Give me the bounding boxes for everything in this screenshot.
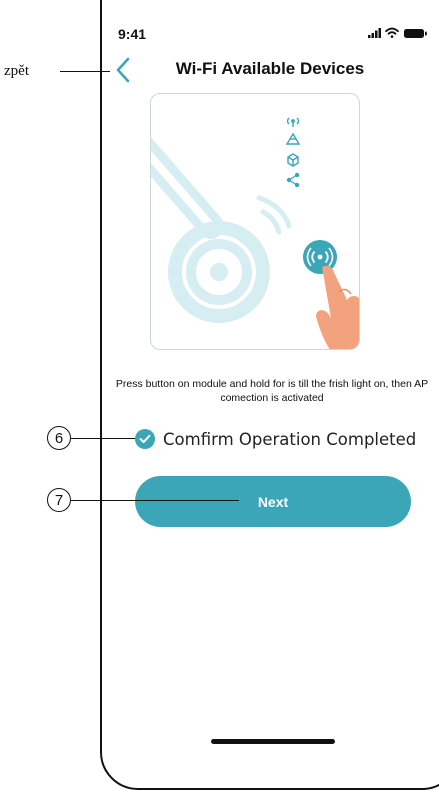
chevron-left-icon [116, 57, 130, 83]
device-illustration [150, 93, 360, 350]
network-icon [285, 132, 301, 145]
antenna-icon [286, 117, 300, 127]
back-callout-label: zpět [4, 63, 29, 79]
status-icons [368, 26, 430, 40]
share-icon [286, 172, 300, 188]
next-button[interactable]: Next [135, 476, 411, 527]
back-callout-line [60, 71, 110, 73]
wifi-icon [385, 27, 399, 38]
callout-6-line [71, 438, 135, 440]
callout-7-line [71, 500, 239, 502]
checkmark-icon[interactable] [135, 429, 155, 449]
cube-icon [287, 153, 299, 167]
key-icon [151, 137, 292, 323]
callout-6: 6 [47, 426, 71, 450]
instruction-text: Press button on module and hold for is t… [115, 378, 429, 404]
confirm-checkbox[interactable]: Comfirm Operation Completed [135, 428, 416, 450]
signal-icon [368, 28, 381, 38]
status-time: 9:41 [118, 26, 147, 42]
page-title: Wi-Fi Available Devices [175, 59, 365, 78]
home-indicator [211, 739, 335, 744]
back-button[interactable] [110, 55, 138, 85]
callout-7: 7 [47, 488, 71, 512]
battery-icon [404, 29, 427, 38]
pointing-hand-icon [316, 265, 359, 349]
confirm-label: Comfirm Operation Completed [163, 429, 417, 449]
